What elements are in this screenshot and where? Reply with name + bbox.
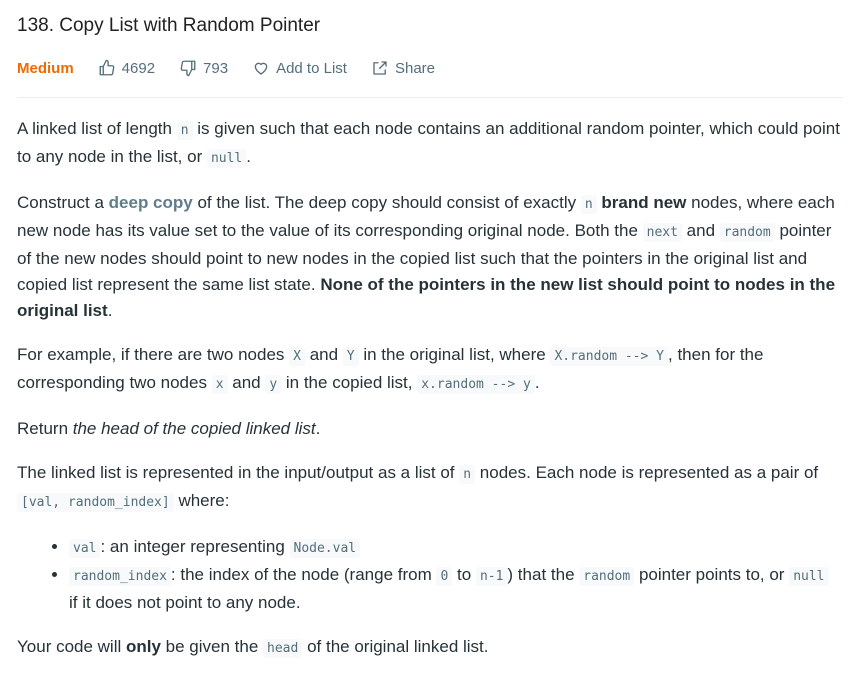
text: Return (17, 419, 73, 438)
text: of the list. The deep copy should consis… (192, 193, 581, 212)
text: . (315, 419, 321, 438)
bold-text: brand new (601, 193, 687, 212)
description-paragraph-3: For example, if there are two nodes X an… (17, 342, 841, 398)
description-paragraph-2: Construct a deep copy of the list. The d… (17, 190, 841, 324)
dislike-button[interactable]: 793 (179, 59, 228, 77)
share-label: Share (394, 59, 435, 77)
text: . (246, 147, 251, 166)
problem-title: 138. Copy List with Random Pointer (17, 15, 321, 36)
inline-code: random_index (69, 567, 171, 586)
inline-code: n (459, 465, 476, 484)
inline-code: 0 (436, 567, 453, 586)
inline-code: n-1 (475, 567, 508, 586)
text: to (452, 565, 476, 584)
inline-code: X (289, 347, 305, 366)
text: For example, if there are two nodes (17, 345, 290, 364)
thumbs-down-icon (180, 60, 196, 77)
like-button[interactable]: 4692 (98, 59, 155, 77)
inline-code: [val, random_index] (17, 493, 174, 512)
italic-text: the head of the copied linked list (72, 419, 316, 438)
problem-meta-bar: Medium 4692 793 Add to List Share (17, 57, 459, 79)
text: : the index of the node (range from (170, 565, 437, 584)
heart-icon (254, 62, 268, 75)
inline-code: random (579, 567, 635, 586)
text: ) that the (507, 565, 580, 584)
inline-code: val (69, 539, 101, 558)
description-paragraph-4: Return the head of the copied linked lis… (17, 416, 841, 442)
difficulty-badge: Medium (17, 59, 74, 77)
thumbs-up-icon (99, 59, 115, 76)
deep-copy-link[interactable]: deep copy (109, 193, 193, 212)
text: and (227, 373, 266, 392)
inline-code: n (176, 121, 193, 140)
share-button[interactable]: Share (371, 59, 435, 77)
text: : an integer representing (100, 537, 290, 556)
text: . (534, 373, 540, 392)
inline-code: random (719, 223, 775, 242)
field-list: val: an integer representing Node.val ra… (17, 534, 841, 616)
inline-code: x (211, 375, 228, 394)
text: Construct a (17, 193, 109, 212)
inline-code: head (263, 639, 303, 658)
text: nodes. Each node is represented as a pai… (475, 463, 819, 482)
inline-code: x.random --> y (417, 375, 535, 394)
text: and (304, 345, 343, 364)
text: of the original linked list. (302, 637, 489, 656)
inline-code: y (265, 375, 282, 394)
add-to-list-label: Add to List (276, 59, 347, 77)
share-icon (373, 61, 387, 75)
inline-code: null (206, 149, 247, 168)
description-paragraph-5: The linked list is represented in the in… (17, 460, 841, 516)
add-to-list-button[interactable]: Add to List (252, 59, 347, 77)
inline-code: next (642, 223, 682, 242)
list-item: val: an integer representing Node.val (69, 534, 841, 562)
text: The linked list is represented in the in… (17, 463, 460, 482)
text: be given the (160, 637, 264, 656)
text: pointer points to, or (634, 565, 790, 584)
problem-description: A linked list of length n is given such … (17, 116, 841, 680)
header-divider (17, 97, 843, 98)
dislike-count: 793 (203, 59, 229, 77)
text: and (681, 221, 720, 240)
list-item: random_index: the index of the node (ran… (69, 562, 841, 616)
inline-code: n (580, 195, 597, 214)
text: where: (173, 491, 230, 510)
bold-text: only (126, 637, 161, 656)
text: if it does not point to any node. (69, 593, 301, 612)
text: in the original list, where (358, 345, 551, 364)
text: in the copied list, (281, 373, 418, 392)
like-count: 4692 (121, 59, 156, 77)
description-paragraph-1: A linked list of length n is given such … (17, 116, 841, 172)
inline-code: X.random --> Y (550, 347, 669, 366)
text: A linked list of length (17, 119, 177, 138)
inline-code: Y (342, 347, 359, 366)
text: . (107, 301, 113, 320)
description-paragraph-6: Your code will only be given the head of… (17, 634, 841, 662)
inline-code: null (789, 567, 829, 586)
inline-code: Node.val (289, 539, 361, 558)
text: Your code will (17, 637, 126, 656)
